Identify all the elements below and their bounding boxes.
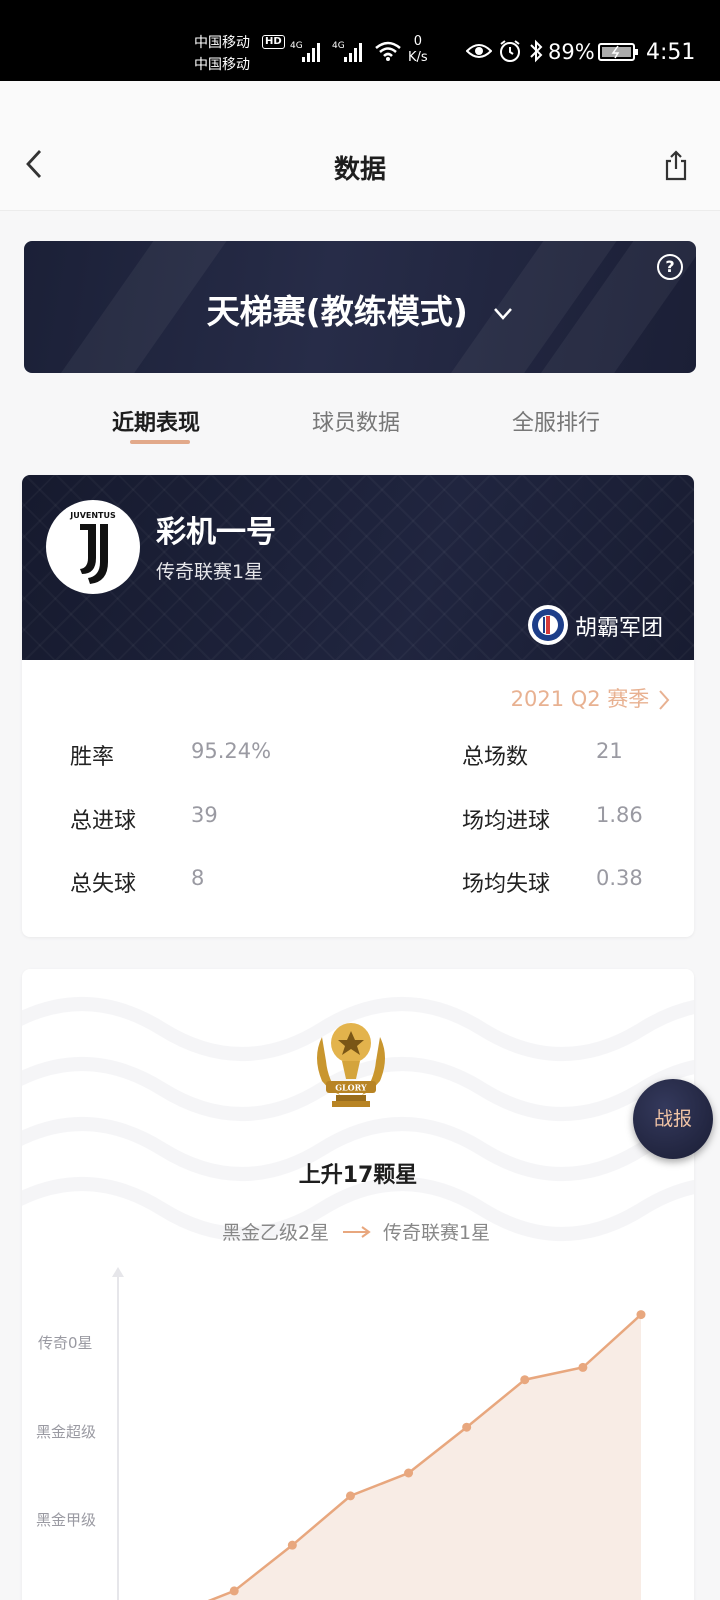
mode-title-text: 天梯赛(教练模式) — [206, 292, 468, 331]
stat-value-avg-goals: 1.86 — [596, 803, 643, 827]
wifi-icon — [375, 41, 401, 61]
stat-label-total-matches: 总场数 — [462, 745, 529, 770]
season-label: 2021 Q2 赛季 — [510, 687, 650, 711]
alarm-icon — [500, 40, 520, 62]
carrier-labels: 中国移动 中国移动 — [194, 32, 250, 76]
club-logo: JUVENTUS — [46, 500, 140, 594]
eye-icon — [466, 44, 492, 58]
team-name: 胡霸军团 — [575, 616, 664, 641]
stat-label-total-goals: 总进球 — [70, 809, 137, 834]
chart-area-fill — [211, 1314, 641, 1600]
signal-icon-1: 4G — [290, 41, 320, 62]
battery-icon — [598, 43, 638, 61]
team-logo — [528, 605, 568, 645]
active-tab-indicator — [130, 440, 190, 444]
season-selector-link[interactable]: 2021 Q2 赛季 — [511, 683, 670, 713]
tab-recent-performance[interactable]: 近期表现 — [112, 405, 200, 437]
chevron-down-icon — [494, 307, 513, 320]
bluetooth-icon — [530, 39, 543, 63]
player-league: 传奇联赛1星 — [156, 561, 264, 583]
status-bar: 中国移动 中国移动 HD 4G 4G 0 K/s 89% 4:51 — [0, 0, 720, 81]
hd-badge: HD — [262, 35, 285, 49]
clock: 4:51 — [646, 40, 696, 65]
carrier-1: 中国移动 — [194, 35, 250, 51]
share-button[interactable] — [663, 149, 689, 181]
nav-bar: 数据 — [0, 81, 720, 211]
chart-point-3 — [287, 1540, 297, 1550]
club-logo-text: JUVENTUS — [69, 511, 116, 520]
stat-value-avg-conceded: 0.38 — [596, 866, 643, 890]
player-card: JUVENTUS 彩机一号 传奇联赛1星 胡霸军团 2021 Q2 赛季 胜率 … — [22, 475, 694, 937]
stat-value-total-matches: 21 — [596, 739, 623, 763]
stat-label-goals-conceded: 总失球 — [70, 872, 137, 897]
player-header: JUVENTUS 彩机一号 传奇联赛1星 胡霸军团 — [22, 475, 694, 660]
network-label-1: 4G — [290, 41, 303, 51]
chevron-right-icon — [659, 690, 670, 710]
chart-point-4 — [345, 1491, 355, 1501]
network-label-2: 4G — [332, 41, 345, 51]
stat-label-avg-goals: 场均进球 — [462, 809, 551, 834]
battle-report-button[interactable]: 战报 — [633, 1079, 713, 1159]
rank-progress-chart — [112, 1267, 646, 1600]
speed-unit: K/s — [408, 50, 428, 65]
speed-value: 0 — [413, 34, 422, 49]
chart-point-8 — [578, 1362, 588, 1372]
share-icon — [665, 150, 687, 181]
stat-value-total-goals: 39 — [191, 803, 218, 827]
network-speed: 0 K/s — [408, 34, 428, 66]
stat-value-win-rate: 95.24% — [191, 739, 272, 763]
chart-point-5 — [404, 1468, 414, 1478]
chart-point-7 — [520, 1375, 530, 1385]
chart-point-6 — [462, 1422, 472, 1432]
stat-label-avg-conceded: 场均失球 — [462, 872, 551, 897]
signal-icon-2: 4G — [332, 41, 362, 62]
carrier-2: 中国移动 — [194, 57, 250, 73]
stat-value-goals-conceded: 8 — [191, 866, 205, 890]
battery-percent: 89% — [548, 40, 595, 64]
tab-server-ranking[interactable]: 全服排行 — [512, 405, 600, 437]
mode-selector-banner[interactable]: 天梯赛(教练模式) ? — [24, 241, 696, 373]
page-title: 数据 — [333, 155, 386, 185]
mode-title[interactable]: 天梯赛(教练模式) — [24, 285, 696, 333]
help-icon[interactable]: ? — [657, 254, 683, 280]
player-name: 彩机一号 — [156, 515, 276, 550]
stat-label-win-rate: 胜率 — [70, 745, 115, 770]
chart-point-9 — [636, 1310, 646, 1320]
chart-point-2 — [229, 1586, 239, 1596]
tab-player-data[interactable]: 球员数据 — [312, 405, 400, 437]
rank-progress-card: GLORY 上升17颗星 黑金乙级2星 传奇联赛1星 传奇0星 黑金超级 黑金甲… — [22, 969, 694, 1600]
y-axis-arrow — [112, 1267, 124, 1277]
